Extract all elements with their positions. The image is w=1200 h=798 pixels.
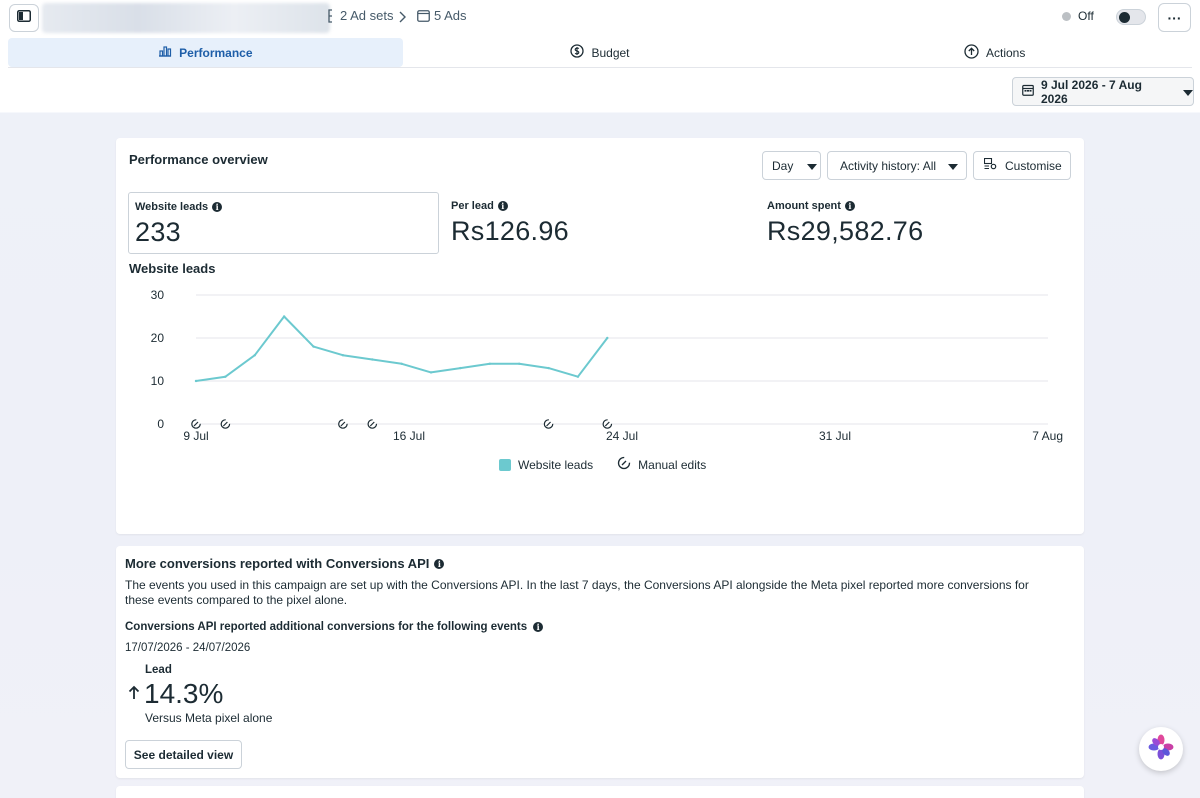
manual-edit-marker (220, 419, 231, 429)
x-tick-label: 9 Jul (183, 429, 208, 443)
manual-edit-marker (338, 419, 348, 429)
upload-icon (964, 43, 979, 62)
y-tick-label: 30 (151, 288, 165, 302)
ad-icon (417, 9, 430, 22)
data-point (224, 375, 227, 378)
top-bar: 2 Ad sets 5 Ads Off ··· (0, 0, 1200, 36)
data-point (282, 315, 286, 318)
data-point (576, 375, 580, 378)
tab-performance[interactable]: Performance (8, 38, 403, 67)
metric-label: Per lead (451, 200, 494, 212)
x-tick-label: 16 Jul (393, 429, 425, 443)
y-tick-label: 20 (151, 331, 165, 345)
status-dot-icon (1062, 11, 1071, 21)
metric-label: Amount spent (767, 200, 841, 212)
capi-date-range: 17/07/2026 - 24/07/2026 (125, 642, 251, 654)
metric-per-lead[interactable]: Per lead i Rs126.96 (445, 192, 745, 254)
data-point (400, 362, 403, 365)
chart-title: Website leads (129, 261, 216, 276)
capi-description: The events you used in this campaign are… (125, 578, 1029, 607)
sparkle-flower-icon (1147, 733, 1175, 766)
info-icon[interactable]: i (844, 201, 855, 211)
caret-down-icon (948, 159, 959, 173)
next-card (116, 786, 1084, 798)
sidebar-toggle-button[interactable] (9, 4, 39, 32)
manual-edit-marker (191, 419, 201, 429)
data-point (606, 336, 609, 340)
data-point (341, 354, 345, 357)
breadcrumb-ad-sets[interactable]: 2 Ad sets (326, 8, 393, 23)
y-tick-label: 0 (157, 417, 164, 431)
y-tick-label: 10 (151, 374, 165, 388)
data-point (547, 366, 550, 370)
x-tick-label: 31 Jul (819, 429, 851, 443)
chevron-right-icon (398, 10, 406, 28)
info-icon[interactable]: i (497, 201, 508, 211)
data-point (253, 354, 256, 357)
customise-button[interactable]: Customise (973, 151, 1071, 180)
ai-assistant-button[interactable] (1139, 727, 1183, 771)
activity-history-dropdown[interactable]: Activity history: All (827, 151, 967, 180)
info-icon[interactable]: i (434, 558, 445, 569)
data-point (429, 371, 433, 374)
date-range-picker[interactable]: 9 Jul 2026 - 7 Aug 2026 (1012, 77, 1194, 106)
data-point (517, 362, 521, 365)
performance-overview-card: Performance overview Day Activity histor… (116, 138, 1084, 534)
performance-overview-title: Performance overview (129, 152, 268, 167)
conversions-api-card: More conversions reported with Conversio… (116, 546, 1084, 778)
campaign-status: Off (1062, 9, 1094, 23)
manual-edit-marker (367, 419, 378, 429)
caret-down-icon (807, 159, 818, 173)
data-point (371, 358, 374, 361)
legend-website-leads[interactable]: Website leads (499, 458, 593, 472)
caret-down-icon (1183, 85, 1193, 99)
metric-website-leads[interactable]: Website leads i 233 (128, 192, 439, 254)
campaign-on-off-toggle[interactable] (1116, 9, 1146, 25)
day-dropdown[interactable]: Day (762, 151, 821, 180)
toggle-knob (1119, 12, 1130, 23)
metric-value: 233 (135, 217, 181, 247)
x-tick-label: 7 Aug (1032, 429, 1063, 443)
capi-percentage: 14.3% (144, 678, 224, 709)
capi-subtitle: Conversions API reported additional conv… (125, 621, 528, 633)
data-point (488, 362, 491, 365)
legend-swatch (499, 458, 511, 471)
metric-amount-spent[interactable]: Amount spent i Rs29,582.76 (761, 192, 1071, 254)
breadcrumb-ads[interactable]: 5 Ads (417, 8, 467, 23)
see-detailed-view-button[interactable]: See detailed view (125, 740, 242, 769)
manual-edit-marker (543, 419, 554, 429)
panel-icon (17, 9, 31, 27)
data-point (194, 379, 198, 383)
more-dots-icon: ··· (1167, 9, 1182, 26)
metric-label: Website leads (135, 201, 209, 213)
arrow-up-icon (128, 685, 140, 705)
x-tick-label: 24 Jul (606, 429, 638, 443)
ad-sets-icon (326, 8, 336, 23)
info-icon[interactable]: i (533, 622, 544, 632)
series-line-website-leads (195, 315, 609, 382)
campaign-name-redacted (42, 3, 330, 33)
manual-edit-marker (602, 419, 613, 429)
website-leads-line-chart: 0 10 20 30 9 Jul 16 Jul 24 Jul 31 Jul 7 Aug (151, 288, 1063, 443)
customise-icon (983, 157, 997, 173)
capi-versus-label: Versus Meta pixel alone (145, 711, 273, 725)
chart-legend: Website leads Manual edits (499, 456, 706, 473)
info-icon[interactable]: i (212, 202, 223, 212)
metric-value: Rs126.96 (451, 216, 569, 246)
more-options-button[interactable]: ··· (1158, 3, 1191, 32)
tab-budget[interactable]: Budget (403, 38, 798, 67)
calendar-icon (1022, 84, 1034, 99)
data-point (459, 366, 462, 370)
coin-icon (570, 44, 585, 61)
metric-value: Rs29,582.76 (767, 216, 924, 246)
data-point (312, 345, 315, 348)
tab-actions[interactable]: Actions (797, 38, 1192, 67)
capi-title: More conversions reported with Conversio… (125, 556, 430, 571)
bar-chart-icon (158, 45, 172, 60)
capi-event-name: Lead (145, 664, 172, 676)
tab-bar: Performance Budget Actions (8, 38, 1192, 68)
legend-manual-edits[interactable]: Manual edits (617, 456, 706, 473)
manual-edit-icon (617, 456, 631, 473)
